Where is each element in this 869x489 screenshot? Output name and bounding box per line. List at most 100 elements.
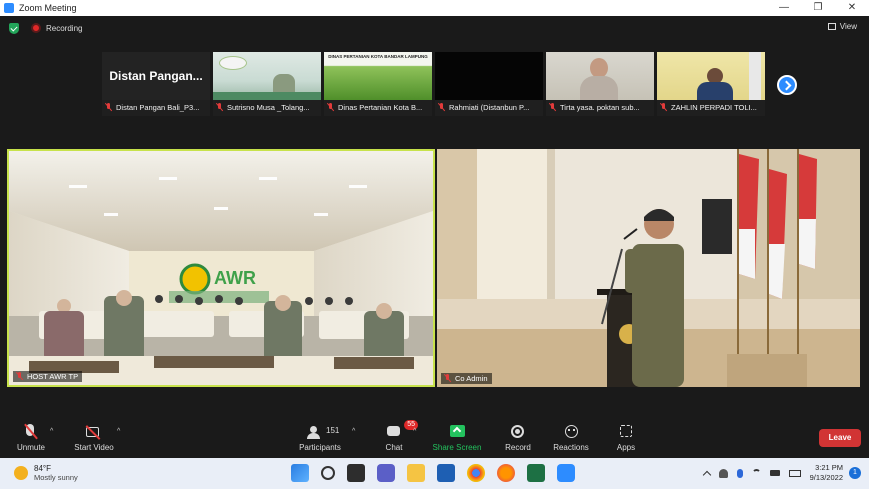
audio-options-chevron-up-icon[interactable]: ^ <box>50 428 53 435</box>
cloud-icon[interactable] <box>718 468 728 478</box>
unmute-button[interactable]: Unmute <box>14 423 48 452</box>
participant-name-tile: Distan Pangan... <box>102 52 210 100</box>
participants-count: 151 <box>326 426 340 435</box>
mic-muted-icon <box>327 103 334 111</box>
smiley-icon <box>551 424 591 440</box>
participant-thumbnail[interactable]: Sutrisno Musa _Tolang... <box>213 52 321 116</box>
chat-button[interactable]: 55 Chat <box>380 420 418 452</box>
close-button[interactable]: ✕ <box>835 0 869 16</box>
room-sign-text: AWR <box>214 268 256 288</box>
zoom-app-icon <box>4 3 14 13</box>
weather-temperature: 84°F <box>34 464 51 473</box>
video-label: HOST AWR TP <box>13 371 83 382</box>
show-hidden-icons-chevron-icon[interactable] <box>702 470 711 480</box>
window-title: Zoom Meeting <box>19 3 77 13</box>
speaker-icon[interactable] <box>769 470 780 476</box>
participants-button[interactable]: 151 Participants <box>296 424 344 452</box>
excel-icon[interactable] <box>527 464 545 482</box>
mic-muted-icon <box>444 374 451 382</box>
participants-icon: 151 <box>296 424 344 440</box>
start-video-label: Start Video <box>74 443 114 452</box>
participant-name: Tirta yasa. poktan sub... <box>546 100 654 116</box>
firefox-icon[interactable] <box>497 464 515 482</box>
task-view-icon[interactable] <box>347 464 365 482</box>
mic-muted-icon <box>660 103 667 111</box>
background-caption: DINAS PERTANIAN KOTA BANDAR LAMPUNG <box>328 54 428 59</box>
chat-chevron-up-icon[interactable]: ^ <box>413 428 416 435</box>
apps-icon <box>612 424 640 440</box>
minimize-button[interactable]: — <box>767 0 801 16</box>
participant-name: Sutrisno Musa _Tolang... <box>213 100 321 116</box>
next-page-arrow-icon[interactable] <box>777 75 797 95</box>
participant-video <box>546 52 654 100</box>
apps-button[interactable]: Apps <box>612 424 640 452</box>
mic-muted-icon <box>105 103 112 111</box>
meeting-toolbar: Unmute ^ Start Video ^ 151 Participants … <box>0 418 869 458</box>
video-options-chevron-up-icon[interactable]: ^ <box>117 428 120 435</box>
battery-icon[interactable] <box>788 469 801 477</box>
window-controls: — ❐ ✕ <box>767 0 869 16</box>
microphone-in-use-icon[interactable] <box>736 468 743 478</box>
participants-label: Participants <box>299 443 341 452</box>
weather-condition: Mostly sunny <box>34 473 78 482</box>
view-grid-icon <box>827 23 836 30</box>
taskbar-apps <box>291 464 587 482</box>
chat-icon: 55 <box>380 420 418 440</box>
participants-chevron-up-icon[interactable]: ^ <box>352 428 355 435</box>
weather-widget[interactable]: 84°F Mostly sunny <box>14 464 78 482</box>
speaker-video <box>437 149 860 387</box>
title-bar: Zoom Meeting — ❐ ✕ <box>0 0 869 16</box>
participant-thumbnail[interactable]: DINAS PERTANIAN KOTA BANDAR LAMPUNG Dina… <box>324 52 432 116</box>
search-icon[interactable] <box>321 466 335 480</box>
file-explorer-icon[interactable] <box>407 464 425 482</box>
teams-chat-icon[interactable] <box>377 464 395 482</box>
view-button[interactable]: View <box>827 22 857 31</box>
start-video-button[interactable]: Start Video <box>72 424 116 452</box>
apps-label: Apps <box>616 443 636 452</box>
system-tray: 3:21 PM 9/13/2022 1 <box>702 463 861 483</box>
reactions-button[interactable]: Reactions <box>551 424 591 452</box>
participant-name: ZAHLIN PERPADI TOLI... <box>657 100 765 116</box>
chrome-icon[interactable] <box>467 464 485 482</box>
video-label: Co Admin <box>441 373 492 384</box>
reactions-label: Reactions <box>553 443 589 452</box>
record-button[interactable]: Record <box>502 424 534 452</box>
leave-button[interactable]: Leave <box>819 429 861 447</box>
mic-muted-icon <box>549 103 556 111</box>
windows-start-icon[interactable] <box>291 464 309 482</box>
view-label: View <box>839 22 857 31</box>
sun-icon <box>14 466 28 480</box>
record-label: Record <box>505 443 531 452</box>
mic-muted-icon <box>14 423 48 440</box>
clock-date: 9/13/2022 <box>809 473 843 482</box>
recording-icon <box>31 23 41 33</box>
wifi-icon[interactable] <box>751 468 761 478</box>
participant-name: Distan Pangan Bali_P3... <box>102 100 210 116</box>
participant-video <box>657 52 765 100</box>
participant-thumbnail[interactable]: Distan Pangan... Distan Pangan Bali_P3..… <box>102 52 210 116</box>
participant-thumbnail[interactable]: Tirta yasa. poktan sub... <box>546 52 654 116</box>
participant-video: DINAS PERTANIAN KOTA BANDAR LAMPUNG <box>324 52 432 100</box>
maximize-button[interactable]: ❐ <box>801 0 835 16</box>
host-video-tile[interactable]: AWR HOST AWR TP <box>7 149 435 387</box>
mic-muted-icon <box>16 372 23 380</box>
store-icon[interactable] <box>437 464 455 482</box>
zoom-icon[interactable] <box>557 464 575 482</box>
mic-muted-icon <box>216 103 223 111</box>
recording-label: Recording <box>46 23 83 33</box>
participant-name: Dinas Pertanian Kota B... <box>324 100 432 116</box>
participant-video <box>435 52 543 100</box>
participant-thumbnail[interactable]: Rahmiati (Distanbun P... <box>435 52 543 116</box>
co-admin-video-tile[interactable]: Co Admin <box>437 149 860 387</box>
share-screen-button[interactable]: Share Screen <box>431 424 483 452</box>
clock-time: 3:21 PM <box>815 463 843 472</box>
participant-thumbnail[interactable]: ZAHLIN PERPADI TOLI... <box>657 52 765 116</box>
video-off-icon <box>72 424 116 440</box>
share-screen-icon <box>431 424 483 440</box>
security-shield-icon[interactable] <box>9 22 19 34</box>
notification-badge[interactable]: 1 <box>849 467 861 479</box>
mic-muted-icon <box>438 103 445 111</box>
chat-label: Chat <box>385 443 403 452</box>
record-icon <box>502 424 534 440</box>
taskbar-clock[interactable]: 3:21 PM 9/13/2022 <box>810 463 843 483</box>
